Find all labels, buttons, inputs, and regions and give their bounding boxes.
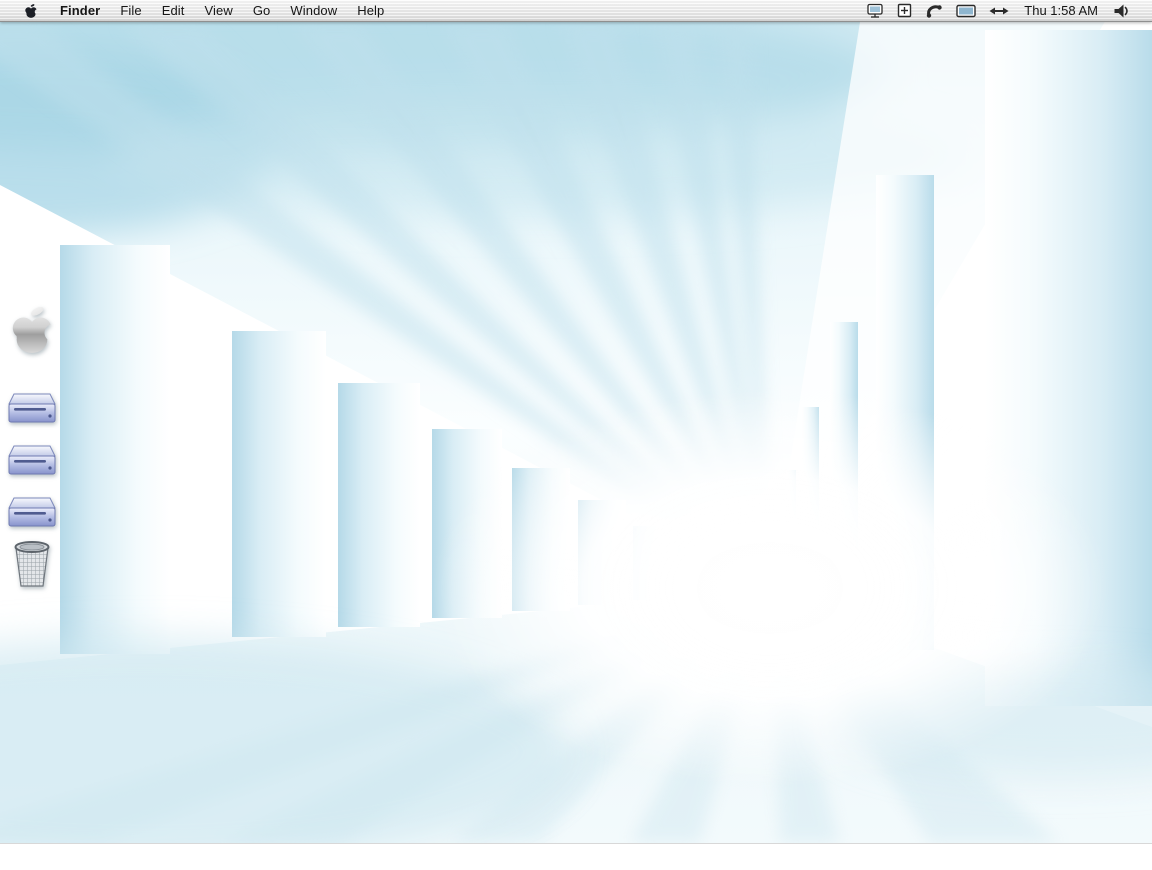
bottom-strip xyxy=(0,843,1152,870)
menu-file[interactable]: File xyxy=(110,0,151,21)
hard-disk-3-icon[interactable] xyxy=(6,492,58,537)
menu-go[interactable]: Go xyxy=(243,0,281,21)
plus-box-menu-extra[interactable] xyxy=(897,0,912,21)
desktop xyxy=(0,22,1152,843)
network-menu-extra[interactable] xyxy=(989,0,1009,21)
network-arrows-icon xyxy=(989,7,1009,14)
volume-icon xyxy=(1114,4,1128,17)
menu-view[interactable]: View xyxy=(195,0,243,21)
hard-disk-1-icon[interactable] xyxy=(6,388,58,433)
phone-icon xyxy=(927,4,942,18)
apple-icon xyxy=(25,3,37,18)
menu-clock[interactable]: Thu 1:58 AM xyxy=(1022,3,1100,18)
menu-finder[interactable]: Finder xyxy=(50,0,110,21)
display-menu-extra[interactable] xyxy=(866,0,884,21)
plus-box-icon xyxy=(898,3,912,18)
menu-help[interactable]: Help xyxy=(347,0,394,21)
wallpaper xyxy=(0,22,1152,843)
trash-icon[interactable] xyxy=(11,538,53,595)
apple-menu[interactable] xyxy=(12,0,50,21)
menu-edit[interactable]: Edit xyxy=(152,0,195,21)
menu-window[interactable]: Window xyxy=(280,0,347,21)
display-icon xyxy=(867,3,883,18)
volume-menu-extra[interactable] xyxy=(1113,0,1130,21)
menu-bar: Finder File Edit View Go Window Help Thu… xyxy=(0,0,1152,22)
menu-bar-extras: Thu 1:58 AM xyxy=(866,0,1152,21)
phone-menu-extra[interactable] xyxy=(925,0,943,21)
menu-bar-left: Finder File Edit View Go Window Help xyxy=(0,0,394,21)
monitor-icon xyxy=(956,4,976,17)
apple-logo-icon[interactable] xyxy=(9,303,55,362)
monitor-menu-extra[interactable] xyxy=(956,0,976,21)
hard-disk-2-icon[interactable] xyxy=(6,440,58,485)
